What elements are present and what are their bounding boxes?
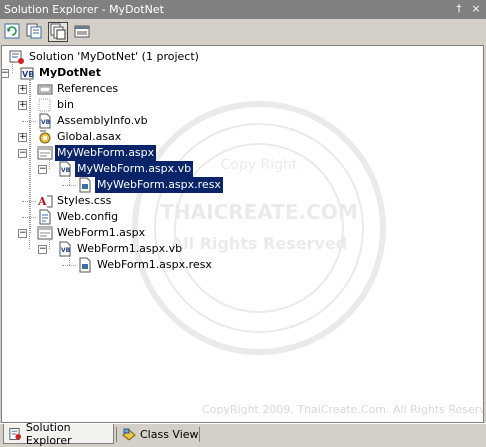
svg-text:VB: VB: [41, 119, 51, 126]
solution-explorer-toolbar: [0, 19, 486, 45]
css-icon: A: [37, 195, 53, 208]
tree-item-label: MyDotNet: [39, 66, 101, 79]
collapse-icon[interactable]: −: [18, 149, 27, 158]
tree-item[interactable]: − MyWebForm.aspx: [2, 145, 472, 161]
global-asax-icon: [39, 130, 51, 144]
panel-titlebar: Solution Explorer - MyDotNet † ×: [0, 0, 486, 19]
show-all-files-button[interactable]: [48, 22, 68, 42]
tree-item-label: References: [57, 82, 119, 95]
refresh-button[interactable]: [3, 22, 23, 42]
solution-icon: [9, 50, 24, 64]
view-code-icon: [26, 23, 42, 39]
tree-item[interactable]: MyWebForm.aspx.resx: [2, 177, 472, 193]
tree-item-label: WebForm1.aspx.vb: [77, 242, 183, 255]
svg-text:VB: VB: [61, 167, 71, 174]
webform-icon: [37, 146, 53, 160]
tab-solution-explorer[interactable]: Solution Explorer: [3, 420, 114, 447]
tab-separator: [199, 427, 200, 442]
collapse-icon[interactable]: −: [38, 245, 47, 254]
class-view-tab-icon: [122, 428, 136, 441]
tab-class-view-label: Class View: [140, 427, 199, 441]
tree-item[interactable]: Solution 'MyDotNet' (1 project): [2, 49, 472, 65]
tree-item-label: WebForm1.aspx: [57, 226, 146, 239]
expand-icon[interactable]: +: [18, 85, 27, 94]
tree-item[interactable]: A Styles.css: [2, 193, 472, 209]
svg-text:A: A: [37, 195, 47, 208]
refresh-icon: [4, 23, 20, 39]
tree-item-label: bin: [57, 98, 75, 111]
tree-item[interactable]: − VB MyWebForm.aspx.vb: [2, 161, 472, 177]
references-icon: [37, 84, 53, 95]
tree-item-label: MyWebForm.aspx.vb: [75, 161, 194, 177]
close-icon[interactable]: ×: [469, 2, 483, 16]
resx-icon: [79, 257, 91, 273]
tree-item-label: Solution 'MyDotNet' (1 project): [29, 50, 199, 63]
tree-item[interactable]: Web.config: [2, 209, 472, 225]
expand-icon[interactable]: +: [18, 101, 27, 110]
view-code-button[interactable]: [25, 22, 45, 42]
tree-item[interactable]: + bin: [2, 97, 472, 113]
tree-item-label: WebForm1.aspx.resx: [97, 258, 212, 271]
resx-icon: [79, 177, 91, 193]
config-icon: [39, 209, 51, 225]
tree-item-label: AssemblyInfo.vb: [57, 114, 148, 127]
tab-solution-explorer-label: Solution Explorer: [25, 420, 72, 447]
expand-icon[interactable]: +: [18, 133, 27, 142]
tree-item-label: MyWebForm.aspx.resx: [95, 177, 223, 193]
watermark-copyright: CopyRight 2009, ThaiCreate.Com. All Righ…: [202, 403, 484, 416]
tree-item-label: Styles.css: [57, 194, 112, 207]
svg-text:VB: VB: [61, 247, 71, 254]
tree-item[interactable]: WebForm1.aspx.resx: [2, 257, 472, 273]
collapse-icon[interactable]: −: [18, 229, 27, 238]
pin-icon[interactable]: †: [452, 2, 466, 16]
tree-item[interactable]: + Global.asax: [2, 129, 472, 145]
tree-item[interactable]: − VB MyDotNet: [2, 65, 472, 81]
vb-project-icon: VB: [20, 67, 34, 80]
properties-button[interactable]: [73, 22, 93, 42]
svg-text:VB: VB: [22, 70, 34, 79]
webform-icon: [37, 226, 53, 240]
solution-explorer-tab-icon: [9, 427, 21, 440]
tree-item[interactable]: + References: [2, 81, 472, 97]
tree-item-label: Web.config: [57, 210, 119, 223]
vb-file-icon: VB: [39, 113, 51, 129]
vb-file-icon: VB: [59, 241, 71, 257]
tab-strip: Solution Explorer Class View: [0, 420, 486, 447]
show-all-files-icon: [50, 23, 66, 40]
panel-title: Solution Explorer - MyDotNet: [4, 3, 164, 16]
tree-item[interactable]: − VB WebForm1.aspx.vb: [2, 241, 472, 257]
tree-item[interactable]: − WebForm1.aspx: [2, 225, 472, 241]
folder-icon: [38, 98, 51, 112]
collapse-icon[interactable]: −: [2, 69, 9, 78]
solution-tree[interactable]: THAICREATE.COM Copy Right All Rights Res…: [1, 45, 484, 423]
tree-item-label: MyWebForm.aspx: [55, 145, 157, 161]
properties-icon: [74, 25, 90, 38]
collapse-icon[interactable]: −: [38, 165, 47, 174]
tab-class-view[interactable]: Class View: [117, 424, 199, 444]
vb-file-icon: VB: [59, 161, 71, 177]
tree-item-label: Global.asax: [57, 130, 122, 143]
tree-item[interactable]: VB AssemblyInfo.vb: [2, 113, 472, 129]
